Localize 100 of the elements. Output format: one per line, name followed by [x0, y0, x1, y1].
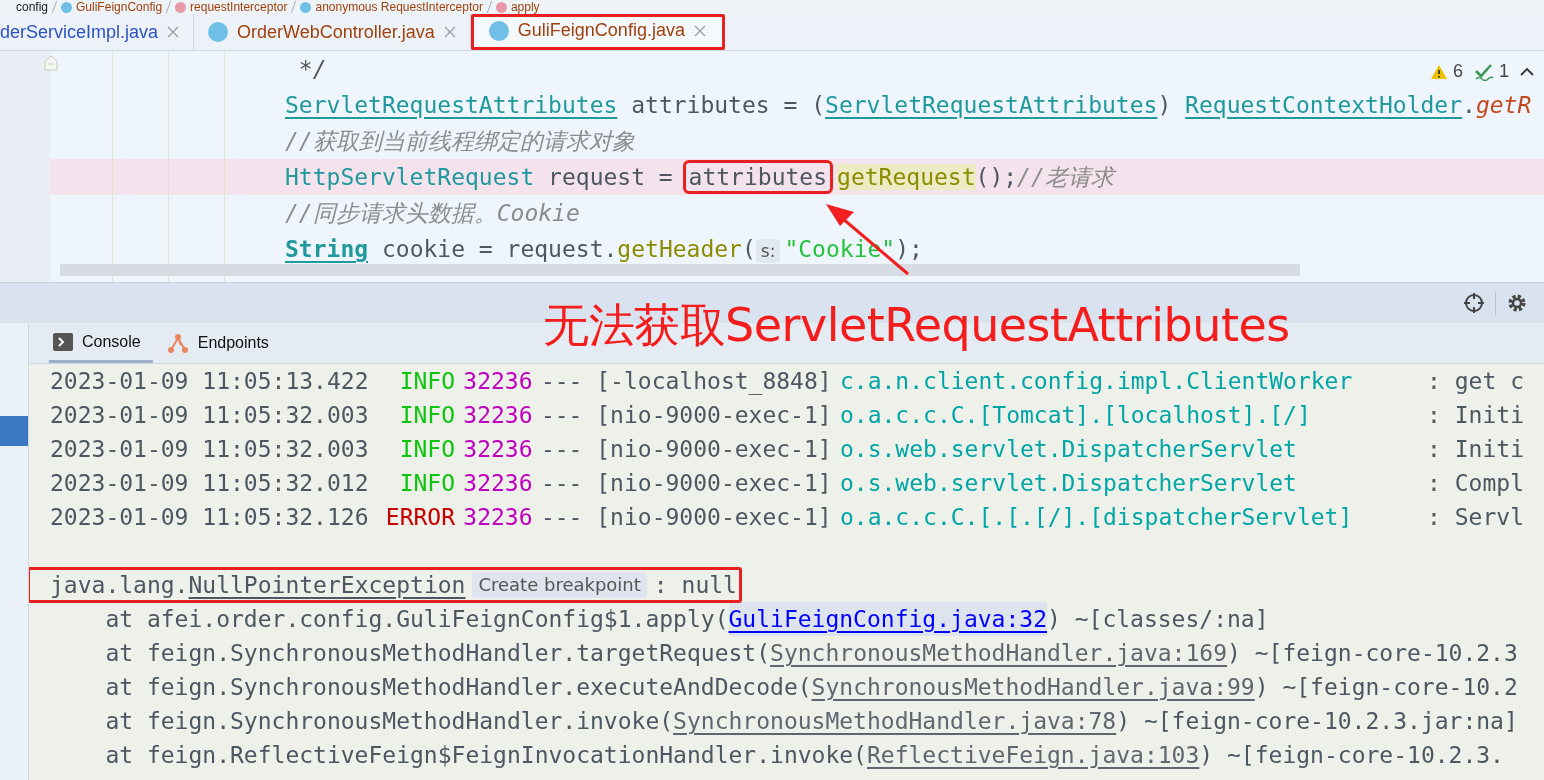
- code-comment: //同步请求头数据。Cookie: [285, 200, 580, 226]
- class-icon: [300, 1, 312, 13]
- type-name: ServletRequestAttributes: [285, 92, 618, 118]
- log-message: : Compl: [1427, 469, 1524, 498]
- code-text: ): [1157, 92, 1173, 118]
- stack-frame: ) ~[feign-core-10.2.3.: [1199, 738, 1504, 772]
- code-text: cookie = request.: [380, 236, 618, 262]
- method-icon: [175, 1, 187, 13]
- process-id: 32236: [463, 469, 533, 498]
- logger-name: o.a.c.c.C.[Tomcat].[localhost].[/]: [839, 402, 1311, 428]
- stack-frame: at feign.SynchronousMethodHandler.targetRequest(: [105, 636, 771, 670]
- code-comment: //获取到当前线程绑定的请求对象: [285, 128, 635, 154]
- thread-name: --- [nio-9000-exec-1]: [540, 401, 832, 430]
- tab-label: OrderWebController.java: [237, 21, 435, 43]
- editor-tab[interactable]: OrderWebController.java: [194, 14, 471, 50]
- stack-frame: at feign.SynchronousMethodHandler.invoke(: [105, 704, 674, 738]
- exception-link[interactable]: NullPointerException: [188, 568, 466, 602]
- breadcrumb[interactable]: config: [16, 0, 49, 14]
- check-icon[interactable]: [1474, 62, 1494, 81]
- logger-name: o.s.web.servlet.DispatcherServlet: [839, 436, 1297, 462]
- class-icon: [61, 1, 73, 13]
- console-icon: [53, 332, 73, 351]
- log-level: INFO: [399, 402, 456, 428]
- log-message: : Initi: [1427, 435, 1524, 464]
- source-link[interactable]: ReflectiveFeign.java:103: [867, 738, 1200, 772]
- warning-icon[interactable]: [1429, 63, 1448, 80]
- stack-frame: ) ~[classes/:na]: [1047, 602, 1269, 636]
- tab-label: derServiceImpl.java: [0, 21, 159, 43]
- collapse-icon[interactable]: [1520, 66, 1534, 77]
- log-message: : Initi: [1427, 401, 1524, 430]
- method-icon: [495, 1, 507, 13]
- thread-name: --- [nio-9000-exec-1]: [540, 435, 832, 464]
- process-id: 32236: [463, 401, 533, 430]
- log-level: INFO: [399, 436, 456, 462]
- method-name: getR: [1475, 92, 1532, 118]
- breadcrumb[interactable]: anonymous RequestInterceptor: [315, 0, 483, 14]
- source-link[interactable]: GuliFeignConfig.java:32: [728, 602, 1047, 636]
- log-level: ERROR: [385, 504, 456, 530]
- code-text: request =: [547, 164, 674, 190]
- code-text: .: [1462, 92, 1476, 118]
- endpoints-icon: [166, 332, 189, 354]
- code-comment: */: [297, 56, 327, 82]
- breadcrumb[interactable]: apply: [510, 0, 540, 14]
- timestamp: 2023-01-09 11:05:32.003: [50, 401, 369, 430]
- breadcrumb[interactable]: requestInterceptor: [190, 0, 288, 14]
- console-tab[interactable]: Console: [49, 323, 153, 363]
- type-name: String: [285, 236, 369, 262]
- timestamp: 2023-01-09 11:05:32.012: [50, 469, 369, 498]
- code-text: ();: [975, 164, 1018, 190]
- check-count: 1: [1499, 61, 1509, 82]
- close-icon[interactable]: [443, 26, 456, 38]
- process-id: 32236: [463, 503, 533, 532]
- stack-frame: ) ~[feign-core-10.2: [1254, 670, 1518, 704]
- logger-name: c.a.n.client.config.impl.ClientWorker: [839, 368, 1353, 394]
- logger-name: o.a.c.c.C.[.[.[/].[dispatcherServlet]: [839, 504, 1353, 530]
- settings-icon[interactable]: [1506, 292, 1528, 314]
- editor-tab[interactable]: GuliFeignConfig.java: [470, 14, 725, 50]
- thread-name: --- [-localhost_8848]: [540, 367, 832, 397]
- console-tab[interactable]: Endpoints: [162, 323, 281, 363]
- close-icon[interactable]: [167, 26, 180, 38]
- annotation-caption: 无法获取ServletRequestAttributes: [543, 297, 1290, 354]
- type-name: HttpServletRequest: [285, 164, 535, 190]
- warning-count: 6: [1452, 61, 1463, 82]
- parameter-hint: s:: [755, 239, 781, 263]
- source-link[interactable]: SynchronousMethodHandler.java:78: [673, 704, 1117, 738]
- logger-name: o.s.web.servlet.DispatcherServlet: [839, 470, 1297, 496]
- breadcrumb[interactable]: GuliFeignConfig: [76, 0, 163, 14]
- exception-text: java.lang.: [50, 571, 189, 600]
- stack-frame: at feign.SynchronousMethodHandler.executeAndDecode(: [105, 670, 812, 704]
- code-text: );: [895, 236, 923, 262]
- process-id: 32236: [463, 367, 533, 396]
- code-text: (: [741, 236, 756, 262]
- thread-name: --- [nio-9000-exec-1]: [540, 469, 832, 498]
- code-text: attributes = (: [630, 92, 826, 118]
- scrollbar[interactable]: [60, 264, 1300, 276]
- log-level: INFO: [399, 470, 456, 496]
- create-breakpoint-hint[interactable]: Create breakpoint: [472, 572, 647, 598]
- close-icon[interactable]: [693, 24, 706, 37]
- method-name: getRequest: [837, 164, 976, 190]
- stack-frame: ) ~[feign-core-10.2.3.jar:na]: [1116, 704, 1518, 738]
- stack-frame: ) ~[feign-core-10.2.3: [1227, 636, 1518, 670]
- log-message: : Servl: [1427, 503, 1524, 532]
- process-id: 32236: [463, 435, 533, 464]
- crosshair-icon[interactable]: [1463, 292, 1485, 314]
- timestamp: 2023-01-09 11:05:13.422: [50, 367, 369, 396]
- log-level: INFO: [399, 368, 456, 394]
- thread-name: --- [nio-9000-exec-1]: [540, 503, 832, 532]
- stack-frame: at feign.ReflectiveFeign$FeignInvocationHandler.invoke(: [105, 738, 867, 772]
- log-message: : get c: [1427, 367, 1524, 396]
- source-link[interactable]: SynchronousMethodHandler.java:169: [770, 636, 1227, 670]
- type-name: RequestContextHolder: [1185, 92, 1463, 118]
- exception-text: : null: [653, 571, 737, 600]
- source-link[interactable]: SynchronousMethodHandler.java:99: [811, 670, 1255, 704]
- selection-marker: [0, 416, 28, 446]
- tab-label: GuliFeignConfig.java: [517, 20, 685, 41]
- type-name: ServletRequestAttributes: [825, 92, 1158, 118]
- editor-tab[interactable]: derServiceImpl.java: [0, 14, 195, 50]
- stack-frame: at afei.order.config.GuliFeignConfig$1.apply(: [105, 602, 729, 636]
- method-name: getHeader: [617, 236, 742, 262]
- timestamp: 2023-01-09 11:05:32.003: [50, 435, 369, 464]
